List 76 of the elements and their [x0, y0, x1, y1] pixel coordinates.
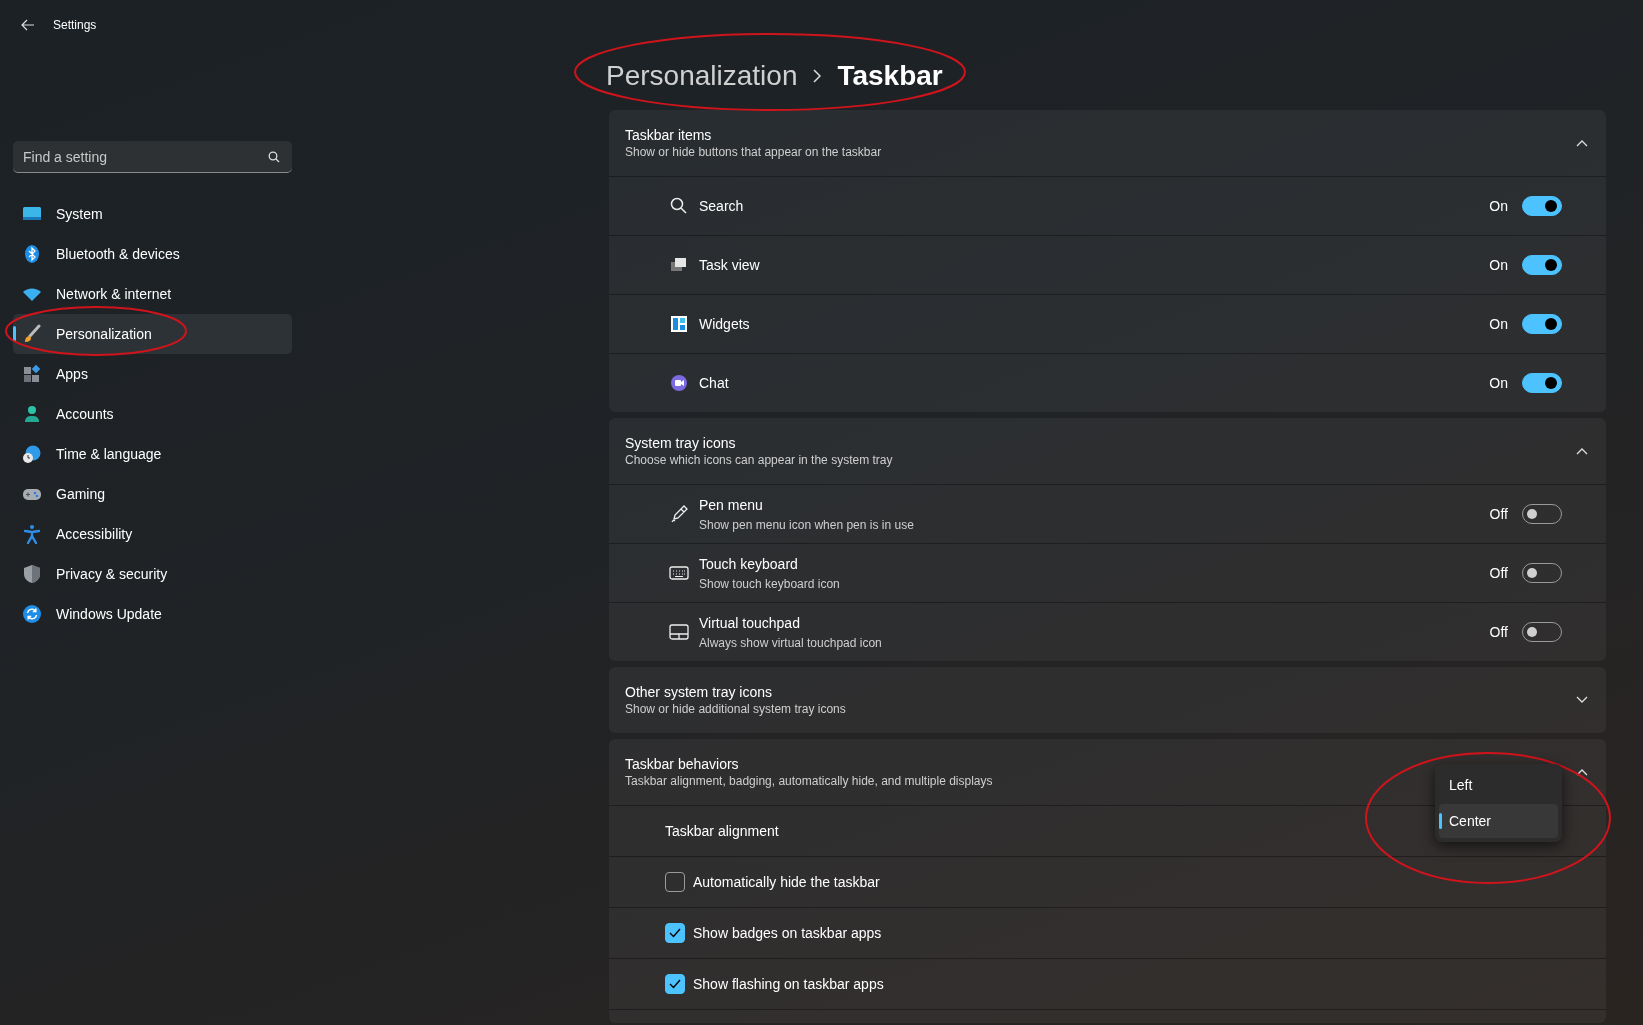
sidebar-item[interactable]: Accessibility — [13, 514, 292, 554]
section-subtitle: Show or hide additional system tray icons — [625, 701, 846, 717]
setting-description: Show touch keyboard icon — [699, 575, 840, 593]
setting-label: Task view — [699, 255, 760, 275]
sidebar-item[interactable]: Gaming — [13, 474, 292, 514]
toggle-state-text: On — [1489, 314, 1508, 334]
toggle-state-text: On — [1489, 255, 1508, 275]
sidebar-item[interactable]: Bluetooth & devices — [13, 234, 292, 274]
sidebar-item[interactable]: Windows Update — [13, 594, 292, 634]
apps-grid-icon — [22, 364, 42, 384]
dropdown-option[interactable]: Center — [1439, 804, 1558, 838]
toggle-state-text: Off — [1489, 622, 1508, 642]
search-icon[interactable] — [268, 151, 280, 163]
paintbrush-icon — [22, 324, 42, 344]
search-icon — [669, 196, 689, 216]
sidebar-item[interactable]: Apps — [13, 354, 292, 394]
setting-label: Pen menu — [699, 495, 764, 515]
toggle-state-text: Off — [1489, 563, 1508, 583]
section-title: Other system tray icons — [625, 683, 774, 701]
setting-label: Touch keyboard — [699, 554, 799, 574]
section-title: System tray icons — [625, 434, 737, 452]
sync-arrows-icon — [22, 604, 42, 624]
setting-label: Show flashing on taskbar apps — [693, 974, 884, 994]
section-title: Taskbar behaviors — [625, 755, 740, 773]
sidebar-item[interactable]: Network & internet — [13, 274, 292, 314]
setting-label: Virtual touchpad — [699, 613, 801, 633]
search-field[interactable]: Find a setting — [13, 141, 292, 173]
widgets-panel-icon — [669, 314, 689, 334]
checkmark-icon — [669, 928, 681, 938]
toggle-switch[interactable] — [1522, 255, 1562, 275]
sidebar-item[interactable]: System — [13, 194, 292, 234]
back-arrow-icon[interactable] — [21, 19, 35, 31]
toggle-state-text: On — [1489, 196, 1508, 216]
toggle-switch[interactable] — [1522, 314, 1562, 334]
accessibility-figure-icon — [22, 524, 42, 544]
chevron-up-icon[interactable] — [1576, 768, 1588, 776]
setting-label: Automatically hide the taskbar — [693, 872, 880, 892]
window-title: Settings — [53, 17, 97, 34]
pen-icon — [669, 504, 689, 524]
setting-label: Show badges on taskbar apps — [693, 923, 882, 943]
checkbox[interactable] — [665, 974, 685, 994]
checkbox[interactable] — [665, 923, 685, 943]
bluetooth-icon — [22, 244, 42, 264]
setting-description: Always show virtual touchpad icon — [699, 634, 882, 652]
section-subtitle: Taskbar alignment, badging, automatically hide, and multiple displays — [625, 773, 993, 789]
setting-description: Show pen menu icon when pen is in use — [699, 516, 914, 534]
shield-icon — [22, 564, 42, 584]
touchpad-icon — [669, 622, 689, 642]
video-chat-icon — [669, 373, 689, 393]
sidebar-item[interactable]: Time & language — [13, 434, 292, 474]
dropdown-option[interactable]: Left — [1439, 768, 1558, 802]
setting-label: Taskbar alignment — [665, 821, 779, 841]
setting-label: Widgets — [699, 314, 750, 334]
toggle-state-text: On — [1489, 373, 1508, 393]
section-subtitle: Show or hide buttons that appear on the taskbar — [625, 144, 882, 160]
breadcrumb-item: Taskbar — [837, 59, 943, 93]
chevron-up-icon[interactable] — [1576, 139, 1588, 147]
section-title: Taskbar items — [625, 126, 713, 144]
chevron-down-icon[interactable] — [1576, 696, 1588, 704]
setting-label: Chat — [699, 373, 729, 393]
sidebar-item[interactable]: Privacy & security — [13, 554, 292, 594]
chevron-up-icon[interactable] — [1576, 447, 1588, 455]
sidebar-item[interactable]: Personalization — [13, 314, 292, 354]
setting-label: Search — [699, 196, 744, 216]
checkmark-icon — [669, 979, 681, 989]
person-icon — [22, 404, 42, 424]
toggle-state-text: Off — [1489, 504, 1508, 524]
globe-clock-icon — [22, 444, 42, 464]
toggle-switch[interactable] — [1522, 373, 1562, 393]
breadcrumb-item[interactable]: Personalization — [606, 55, 798, 97]
toggle-switch[interactable] — [1522, 196, 1562, 216]
chevron-right-icon — [813, 69, 822, 83]
section-subtitle: Choose which icons can appear in the system tray — [625, 452, 893, 468]
keyboard-icon — [669, 563, 689, 583]
sidebar-item[interactable]: Accounts — [13, 394, 292, 434]
checkbox[interactable] — [665, 872, 685, 892]
